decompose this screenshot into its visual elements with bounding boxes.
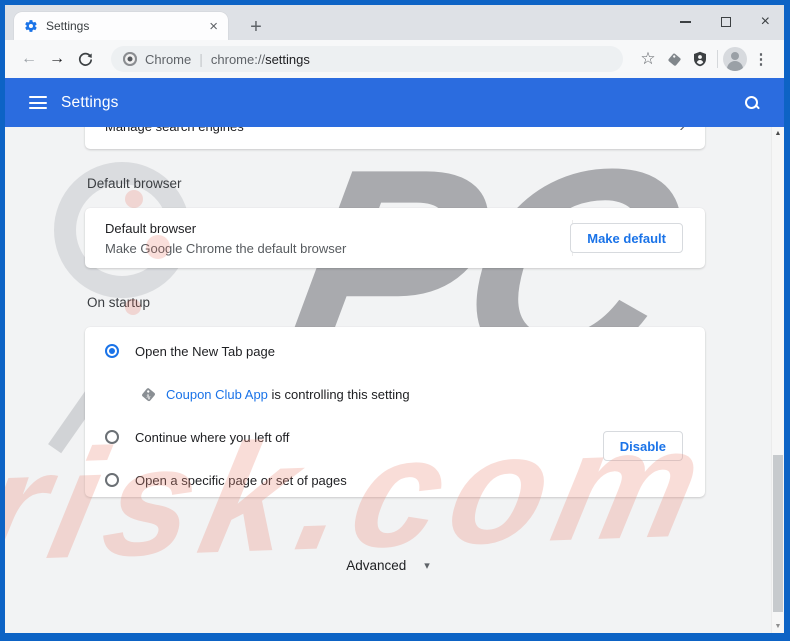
advanced-label: Advanced: [346, 557, 407, 573]
option-open-new-tab[interactable]: Open the New Tab page: [85, 337, 705, 365]
window-close-button[interactable]: ×: [761, 14, 770, 30]
tab-close-icon[interactable]: ×: [209, 19, 218, 34]
chevron-right-icon: ›: [679, 127, 685, 136]
radio-continue-left-off[interactable]: [105, 430, 119, 444]
chrome-page-icon: [123, 52, 137, 66]
radio-open-specific-pages[interactable]: [105, 473, 119, 487]
avatar-icon: [723, 47, 747, 71]
coupon-club-app-link[interactable]: Coupon Club App: [166, 387, 268, 402]
window-minimize-button[interactable]: [679, 21, 691, 23]
url-separator: |: [199, 51, 203, 67]
chevron-down-icon: ▾: [424, 559, 430, 572]
on-startup-card: Open the New Tab page % Coupon Club App …: [85, 327, 705, 497]
toolbar-divider: [717, 50, 718, 68]
option-continue-left-off[interactable]: Continue where you left off: [85, 423, 705, 451]
tab-strip: Settings × + ×: [5, 5, 784, 40]
section-title-default-browser: Default browser: [87, 176, 182, 191]
option-open-specific-pages[interactable]: Open a specific page or set of pages: [85, 466, 705, 494]
tab-title: Settings: [46, 19, 90, 33]
bookmark-star-icon[interactable]: ☆: [635, 46, 661, 72]
controlled-by-text: Coupon Club App is controlling this sett…: [166, 387, 410, 402]
controlled-by-extension-row: % Coupon Club App is controlling this se…: [85, 379, 705, 461]
scrollbar[interactable]: ▲ ▼: [771, 127, 784, 633]
radio-open-new-tab[interactable]: [105, 344, 119, 358]
option-label: Continue where you left off: [135, 429, 290, 445]
row-label: Manage search engines: [105, 127, 244, 134]
manage-search-engines-row[interactable]: Manage search engines ›: [85, 127, 705, 149]
settings-header: Settings: [5, 78, 784, 127]
back-button[interactable]: ←: [15, 45, 43, 73]
window-maximize-button[interactable]: [720, 17, 731, 27]
address-bar[interactable]: Chrome | chrome://settings: [111, 46, 623, 72]
coupon-extension-icon[interactable]: [661, 46, 687, 72]
default-browser-card: Default browser Make Google Chrome the d…: [85, 208, 705, 268]
browser-menu-button[interactable]: ⋮: [748, 46, 774, 72]
option-label: Open the New Tab page: [135, 343, 275, 359]
shield-extension-icon[interactable]: [687, 46, 713, 72]
make-default-button[interactable]: Make default: [570, 223, 683, 253]
tab-settings[interactable]: Settings ×: [14, 12, 228, 40]
reload-icon: [78, 52, 92, 66]
controlling-setting-text: is controlling this setting: [267, 386, 410, 402]
window-controls: ×: [679, 9, 776, 35]
price-tag-icon: [667, 53, 681, 66]
url-scheme: chrome://: [210, 51, 266, 67]
new-tab-button[interactable]: +: [243, 14, 269, 40]
scroll-down-arrow[interactable]: ▼: [772, 623, 784, 630]
section-title-on-startup: On startup: [87, 295, 151, 310]
default-browser-row-title: Default browser: [105, 220, 197, 236]
profile-avatar[interactable]: [722, 46, 748, 72]
shield-person-icon: [694, 51, 706, 67]
page-title: Settings: [61, 93, 119, 111]
settings-content: PC Manage search engines › Default brows…: [5, 127, 784, 633]
reload-button[interactable]: [71, 45, 99, 73]
watermark-dot: [125, 190, 143, 208]
search-icon[interactable]: [744, 95, 760, 111]
default-browser-row-subtitle: Make Google Chrome the default browser: [105, 240, 347, 256]
settings-gear-icon: [25, 20, 37, 32]
option-label: Open a specific page or set of pages: [135, 472, 347, 488]
forward-button[interactable]: →: [43, 45, 71, 73]
url-site-label: Chrome: [145, 51, 192, 67]
menu-hamburger-icon[interactable]: [29, 96, 47, 109]
browser-window: Settings × + × ← → Chrome | chrome://set…: [0, 0, 790, 641]
scrollbar-thumb[interactable]: [773, 455, 783, 612]
coupon-app-icon: %: [142, 387, 155, 401]
advanced-toggle[interactable]: Advanced ▾: [5, 550, 771, 580]
url-path: settings: [265, 51, 310, 67]
browser-toolbar: ← → Chrome | chrome://settings ☆ ⋮: [5, 40, 784, 78]
scroll-up-arrow[interactable]: ▲: [772, 130, 784, 137]
